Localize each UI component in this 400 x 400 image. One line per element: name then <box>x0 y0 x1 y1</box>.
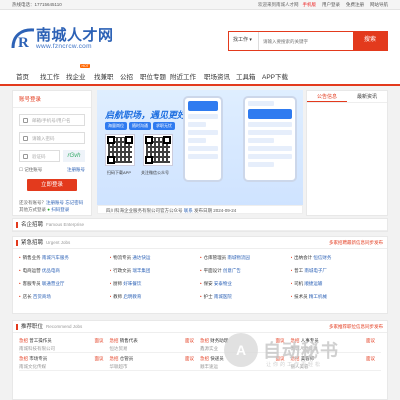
user-icon <box>23 118 28 123</box>
job-item[interactable]: • 销售业务 南城汽车服务 <box>19 251 110 264</box>
svg-text:R: R <box>18 35 29 51</box>
captcha-row: 验证码 rGvh <box>19 150 85 162</box>
nav-part-time[interactable]: 找兼职 <box>94 71 114 81</box>
section-header: 名企招聘 Famous Enterprise <box>13 219 387 231</box>
more-link[interactable]: 多家招聘最新信息同步发布 <box>329 237 383 249</box>
job-card[interactable]: 急招 销售代表 面议 恒达贸易 <box>109 335 200 353</box>
watermark: A 自动秘书 让你的工作更轻松 <box>224 333 339 368</box>
tab-news[interactable]: 最新资讯 <box>347 91 387 102</box>
watermark-sub: 让你的工作更轻松 <box>266 362 323 368</box>
welcome-text: 欢迎来到南城人才网 <box>258 2 299 7</box>
site-logo[interactable]: R 南城人才网 www.fzncrcw.com <box>10 27 114 51</box>
job-item[interactable]: • 仓库管理员 南城物流园 <box>200 251 291 264</box>
promo-banner[interactable]: 启航职场，遇见更好的自己 海量岗位 随时沟通 求职无忧 扫码下载APP 关注微信… <box>97 90 303 214</box>
job-item[interactable]: • 平面设计 创意广告 <box>200 264 291 277</box>
nav-find-job[interactable]: 找工作 <box>40 71 60 81</box>
nav-find-company[interactable]: 找企业 <box>66 71 86 81</box>
job-item[interactable]: • 客服专员 联通营业厅 <box>19 277 110 290</box>
logo-url: www.fzncrcw.com <box>36 43 92 50</box>
top-links: 手机版 用户登录 免费注册 网站导航 <box>303 0 389 10</box>
login-footer: 还没有账号？注册账号 忘记密码 其他方式登录 ● 扫码登录 <box>19 200 84 212</box>
tab-notice[interactable]: 公告信息 <box>307 91 347 102</box>
urgent-section: 紧急招聘 Urgent Jobs 多家招聘最新信息同步发布 • 销售业务 南城汽车服… <box>12 236 388 314</box>
top-bar: 热线电话：17715645110 欢迎来到南城人才网 手机版 用户登录 免费注册… <box>0 0 400 10</box>
section-header: 推荐职位 Recommend Jobs 多家推荐职位信息同步发布 <box>13 321 387 333</box>
site-nav-link[interactable]: 网站导航 <box>370 0 388 10</box>
nav-news[interactable]: 职场资讯 <box>204 71 230 81</box>
phone-mockup-right <box>243 96 297 182</box>
more-link[interactable]: 多家推荐职位信息同步发布 <box>329 321 383 333</box>
login-box: 账号登录 邮箱/手机号/用户名 请输入密码 验证码 rGvh ☐ 记住账号 注册… <box>12 90 92 216</box>
wechat-icon[interactable]: ● <box>47 207 50 212</box>
watermark-text: 自动秘书 <box>263 341 339 361</box>
job-item[interactable]: • 行政文员 瑞丰集团 <box>110 264 201 277</box>
nav-public[interactable]: 公招 <box>120 71 133 81</box>
job-card[interactable]: 急招 仓管员 面议 华联超市 <box>109 353 200 371</box>
contact-link[interactable]: 联系 <box>184 208 193 213</box>
hot-badge: HOT <box>80 64 91 68</box>
quick-links[interactable]: 注册账号 忘记密码 <box>46 200 83 205</box>
wechat-qr-code <box>143 134 173 166</box>
nav-home[interactable]: 首页 <box>16 71 29 81</box>
remember-row: ☐ 记住账号 注册账号 <box>19 167 85 173</box>
job-card[interactable]: 急招 市场专员 面议 南城文化传媒 <box>19 353 110 371</box>
nav-topics[interactable]: 职位专题 <box>140 71 166 81</box>
nav-tools[interactable]: 工具箱 <box>236 71 256 81</box>
captcha-image[interactable]: rGvh <box>63 150 85 162</box>
main-nav: 首页 找工作 找企业 HOT 找兼职 公招 职位专题 附近工作 职场资讯 工具箱… <box>0 62 400 86</box>
job-item[interactable]: • 物流专员 通达快运 <box>110 251 201 264</box>
search-button[interactable]: 搜索 <box>353 32 387 50</box>
register-link-small[interactable]: 注册账号 <box>67 167 85 173</box>
notice-tabs: 公告信息 最新资讯 <box>307 91 387 103</box>
job-item[interactable]: • 电商运营 优品电商 <box>19 264 110 277</box>
job-item[interactable]: • 护士 南城医院 <box>200 290 291 303</box>
banner-chip: 海量岗位 <box>105 122 127 130</box>
watermark-logo-icon: A <box>224 333 258 367</box>
job-item[interactable]: • 厨师 好味餐饮 <box>110 277 201 290</box>
captcha-field[interactable]: 验证码 <box>19 150 60 162</box>
shield-icon <box>23 154 28 159</box>
login-link[interactable]: 用户登录 <box>322 0 340 10</box>
scan-login-link[interactable]: 扫码登录 <box>51 207 69 212</box>
logo-name: 南城人才网 <box>36 27 114 44</box>
password-field[interactable]: 请输入密码 <box>19 132 85 144</box>
job-item[interactable]: • 司机 顺捷运输 <box>291 277 382 290</box>
search-type-select[interactable]: 找工作 ▾ <box>229 32 259 50</box>
job-card[interactable]: 急招 普工操作员 面议 南城科技有限公司 <box>19 335 110 353</box>
banner-chip: 随时沟通 <box>129 122 151 130</box>
remember-checkbox[interactable]: ☐ 记住账号 <box>19 167 42 172</box>
nav-nearby[interactable]: 附近工作 <box>170 71 196 81</box>
mobile-link[interactable]: 手机版 <box>303 0 317 10</box>
hotline-text: 热线电话：17715645110 <box>12 2 62 7</box>
famous-section: 名企招聘 Famous Enterprise <box>12 218 388 232</box>
app-qr-caption: 扫码下载APP <box>107 170 132 175</box>
register-link[interactable]: 免费注册 <box>346 0 364 10</box>
phone-mockup-left <box>183 96 223 182</box>
section-header: 紧急招聘 Urgent Jobs 多家招聘最新信息同步发布 <box>13 237 387 249</box>
username-field[interactable]: 邮箱/手机号/用户名 <box>19 114 85 126</box>
logo-mark: R <box>10 27 36 51</box>
job-item[interactable]: • 教师 启明教育 <box>110 290 201 303</box>
job-item[interactable]: • 保安 安泰物业 <box>200 277 291 290</box>
search-input[interactable] <box>259 32 353 50</box>
notice-panel: 公告信息 最新资讯 <box>306 90 388 216</box>
app-qr-code <box>105 134 135 166</box>
company-bar: 四川科海企业服务有限公司官方公众号 联系 发布日期 2024-09-24 <box>97 205 303 214</box>
job-item[interactable]: • 出纳会计 恒信财务 <box>291 251 382 264</box>
job-item[interactable]: • 店长 百货商场 <box>19 290 110 303</box>
tab-account-login[interactable]: 账号登录 <box>13 91 91 108</box>
search-bar: 找工作 ▾ 搜索 <box>228 31 388 51</box>
job-item[interactable]: • 技术员 精工机械 <box>291 290 382 303</box>
job-item[interactable]: • 普工 南城电子厂 <box>291 264 382 277</box>
wechat-qr-caption: 关注微信公众号 <box>141 170 169 175</box>
login-button[interactable]: 立即登录 <box>27 179 77 191</box>
banner-chip: 求职无忧 <box>153 122 175 130</box>
nav-app[interactable]: APP下载 <box>262 71 288 81</box>
header: R 南城人才网 www.fzncrcw.com 找工作 ▾ 搜索 <box>0 10 400 62</box>
urgent-job-grid: • 销售业务 南城汽车服务 • 物流专员 通达快运 • 仓库管理员 南城物流园 • 出纳… <box>13 249 387 305</box>
lock-icon <box>23 136 28 141</box>
